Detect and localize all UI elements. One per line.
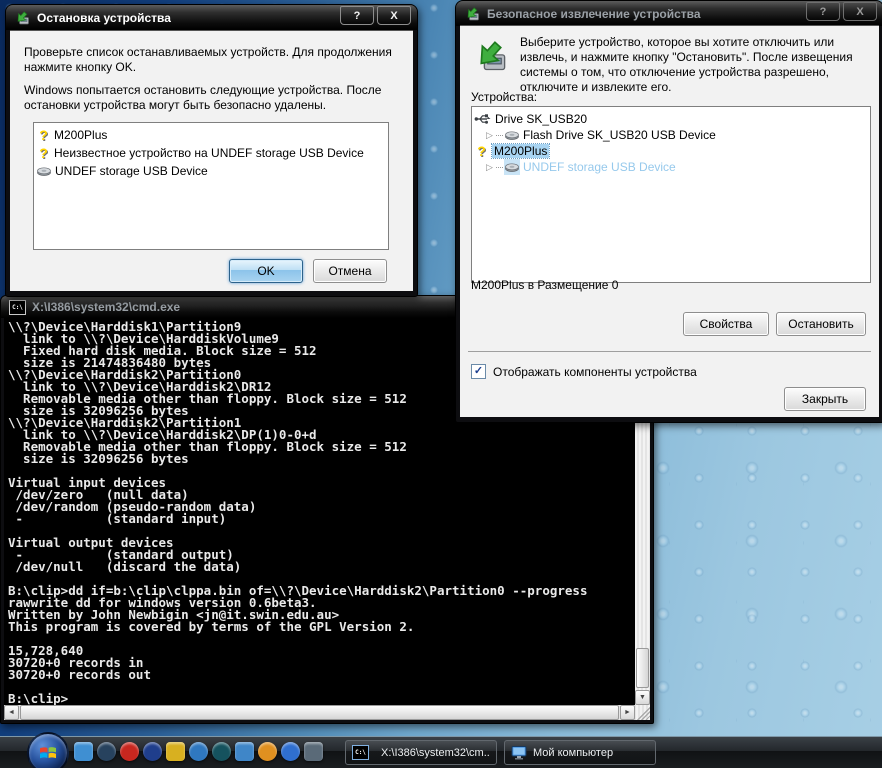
taskbar-button-cmd[interactable]: C:\ X:\I386\system32\cm... (345, 740, 497, 765)
taskbar-button-label: Мой компьютер (533, 746, 614, 759)
taskbar-button-my-computer[interactable]: Мой компьютер (504, 740, 656, 765)
list-item[interactable]: ? Неизвестное устройство на UNDEF storag… (36, 144, 386, 162)
windows-flag-icon (40, 747, 56, 759)
stop-device-title: Остановка устройства (37, 10, 171, 25)
vertical-scroll-thumb[interactable] (636, 648, 649, 688)
instruction-text: Выберите устройство, которое вы хотите о… (520, 35, 853, 94)
taskbar: C:\ X:\I386\system32\cm... Мой компьютер (0, 732, 882, 768)
horizontal-scroll-thumb[interactable] (20, 705, 619, 720)
safely-remove-hardware-icon (480, 41, 506, 71)
devices-label: Устройства: (471, 90, 538, 104)
blue-power-icon[interactable] (143, 742, 162, 761)
cancel-button[interactable]: Отмена (313, 259, 387, 283)
list-item-label: M200Plus (54, 128, 108, 142)
dialog-text-2: Windows попытается остановить следующие … (24, 83, 382, 112)
tree-item-label-dimmed: UNDEF storage USB Device (523, 160, 676, 174)
usb-icon (474, 114, 491, 124)
memory-chip-icon[interactable] (166, 742, 185, 761)
tree-item-flash-drive[interactable]: ▷ Flash Drive SK_USB20 USB Device (474, 127, 868, 143)
question-icon: ? (39, 127, 48, 143)
disk-icon (505, 131, 519, 140)
selected-device-status: M200Plus в Размещение 0 (471, 278, 619, 292)
disk-icon (504, 159, 520, 175)
start-button[interactable] (27, 732, 69, 768)
show-components-checkbox[interactable]: ✓ (471, 364, 486, 379)
close-dialog-button[interactable]: Закрыть (784, 387, 866, 411)
disk-icon (37, 167, 51, 176)
network-computer-icon[interactable] (235, 742, 254, 761)
tree-item-m200plus-selected[interactable]: ? M200Plus (474, 143, 868, 159)
display-settings-icon[interactable] (304, 742, 323, 761)
safe-removal-client: Выберите устройство, которое вы хотите о… (460, 25, 879, 417)
safe-removal-dialog: Безопасное извлечение устройства ? X Выб… (455, 0, 882, 423)
tree-item-undef-storage[interactable]: ▷ UNDEF storage USB Device (474, 159, 868, 175)
stop-device-client: Проверьте список останавливаемых устройс… (10, 30, 413, 291)
separator (468, 351, 871, 352)
checkbox-label: Отображать компоненты устройства (493, 364, 697, 379)
cmd-icon: C:\ (352, 745, 369, 760)
dialog-text-1: Проверьте список останавливаемых устройс… (24, 45, 392, 74)
stop-device-dialog: Остановка устройства ? X Проверьте списо… (5, 4, 418, 297)
list-item[interactable]: ? M200Plus (36, 126, 386, 144)
close-window-button[interactable]: X (843, 2, 877, 21)
quick-launch-bar (74, 742, 323, 761)
properties-button[interactable]: Свойства (683, 312, 769, 336)
stop-device-button[interactable]: Остановить (776, 312, 866, 336)
safely-remove-hardware-icon (17, 10, 29, 24)
close-window-button[interactable]: X (377, 6, 411, 25)
scroll-right-icon[interactable]: ► (620, 705, 635, 720)
safely-remove-hardware-icon (467, 6, 479, 20)
taskbar-button-label: X:\I386\system32\cm... (381, 746, 490, 759)
tree-item-label: Drive SK_USB20 (495, 112, 588, 126)
help-button[interactable]: ? (340, 6, 374, 25)
device-tree[interactable]: Drive SK_USB20 ▷ Flash Drive SK_USB20 US… (471, 106, 871, 283)
device-list[interactable]: ? M200Plus ? Неизвестное устройство на U… (33, 122, 389, 250)
list-item[interactable]: UNDEF storage USB Device (36, 162, 386, 180)
help-button[interactable]: ? (806, 2, 840, 21)
list-item-label: Неизвестное устройство на UNDEF storage … (54, 146, 364, 160)
packages-icon[interactable] (258, 742, 277, 761)
stop-device-titlebar[interactable]: Остановка устройства ? X (6, 5, 417, 30)
cmd-window-title: X:\I386\system32\cmd.exe (32, 300, 181, 314)
ok-button[interactable]: OK (229, 259, 303, 283)
globe-icon[interactable] (212, 742, 231, 761)
desktop: C:\ X:\I386\system32\cmd.exe \\?\Device\… (0, 0, 882, 768)
list-item-label: UNDEF storage USB Device (55, 164, 208, 178)
media-play-icon[interactable] (281, 742, 300, 761)
question-icon: ? (39, 145, 48, 161)
safe-removal-title: Безопасное извлечение устройства (487, 6, 701, 21)
safe-removal-titlebar[interactable]: Безопасное извлечение устройства ? X (456, 1, 882, 26)
tree-dotted-line (496, 166, 503, 168)
my-computer-icon (511, 745, 527, 759)
gear-icon[interactable] (189, 742, 208, 761)
resize-grip[interactable] (635, 705, 650, 720)
horizontal-scrollbar[interactable]: ◄ ► (4, 705, 650, 720)
expander-icon[interactable]: ▷ (486, 130, 496, 140)
red-power-icon[interactable] (120, 742, 139, 761)
question-icon: ? (477, 143, 486, 159)
tree-item-label: Flash Drive SK_USB20 USB Device (523, 128, 716, 142)
tree-item-label-selected: M200Plus (490, 143, 551, 159)
media-disc-icon[interactable] (97, 742, 116, 761)
tree-dotted-line (496, 134, 503, 136)
app-launcher-icon[interactable] (74, 742, 93, 761)
expander-icon[interactable]: ▷ (486, 162, 496, 172)
tree-item-drive-sk-usb20[interactable]: Drive SK_USB20 (474, 111, 868, 127)
cmd-icon: C:\ (9, 299, 26, 315)
scroll-left-icon[interactable]: ◄ (4, 705, 19, 720)
scroll-down-icon[interactable]: ▼ (635, 690, 650, 705)
